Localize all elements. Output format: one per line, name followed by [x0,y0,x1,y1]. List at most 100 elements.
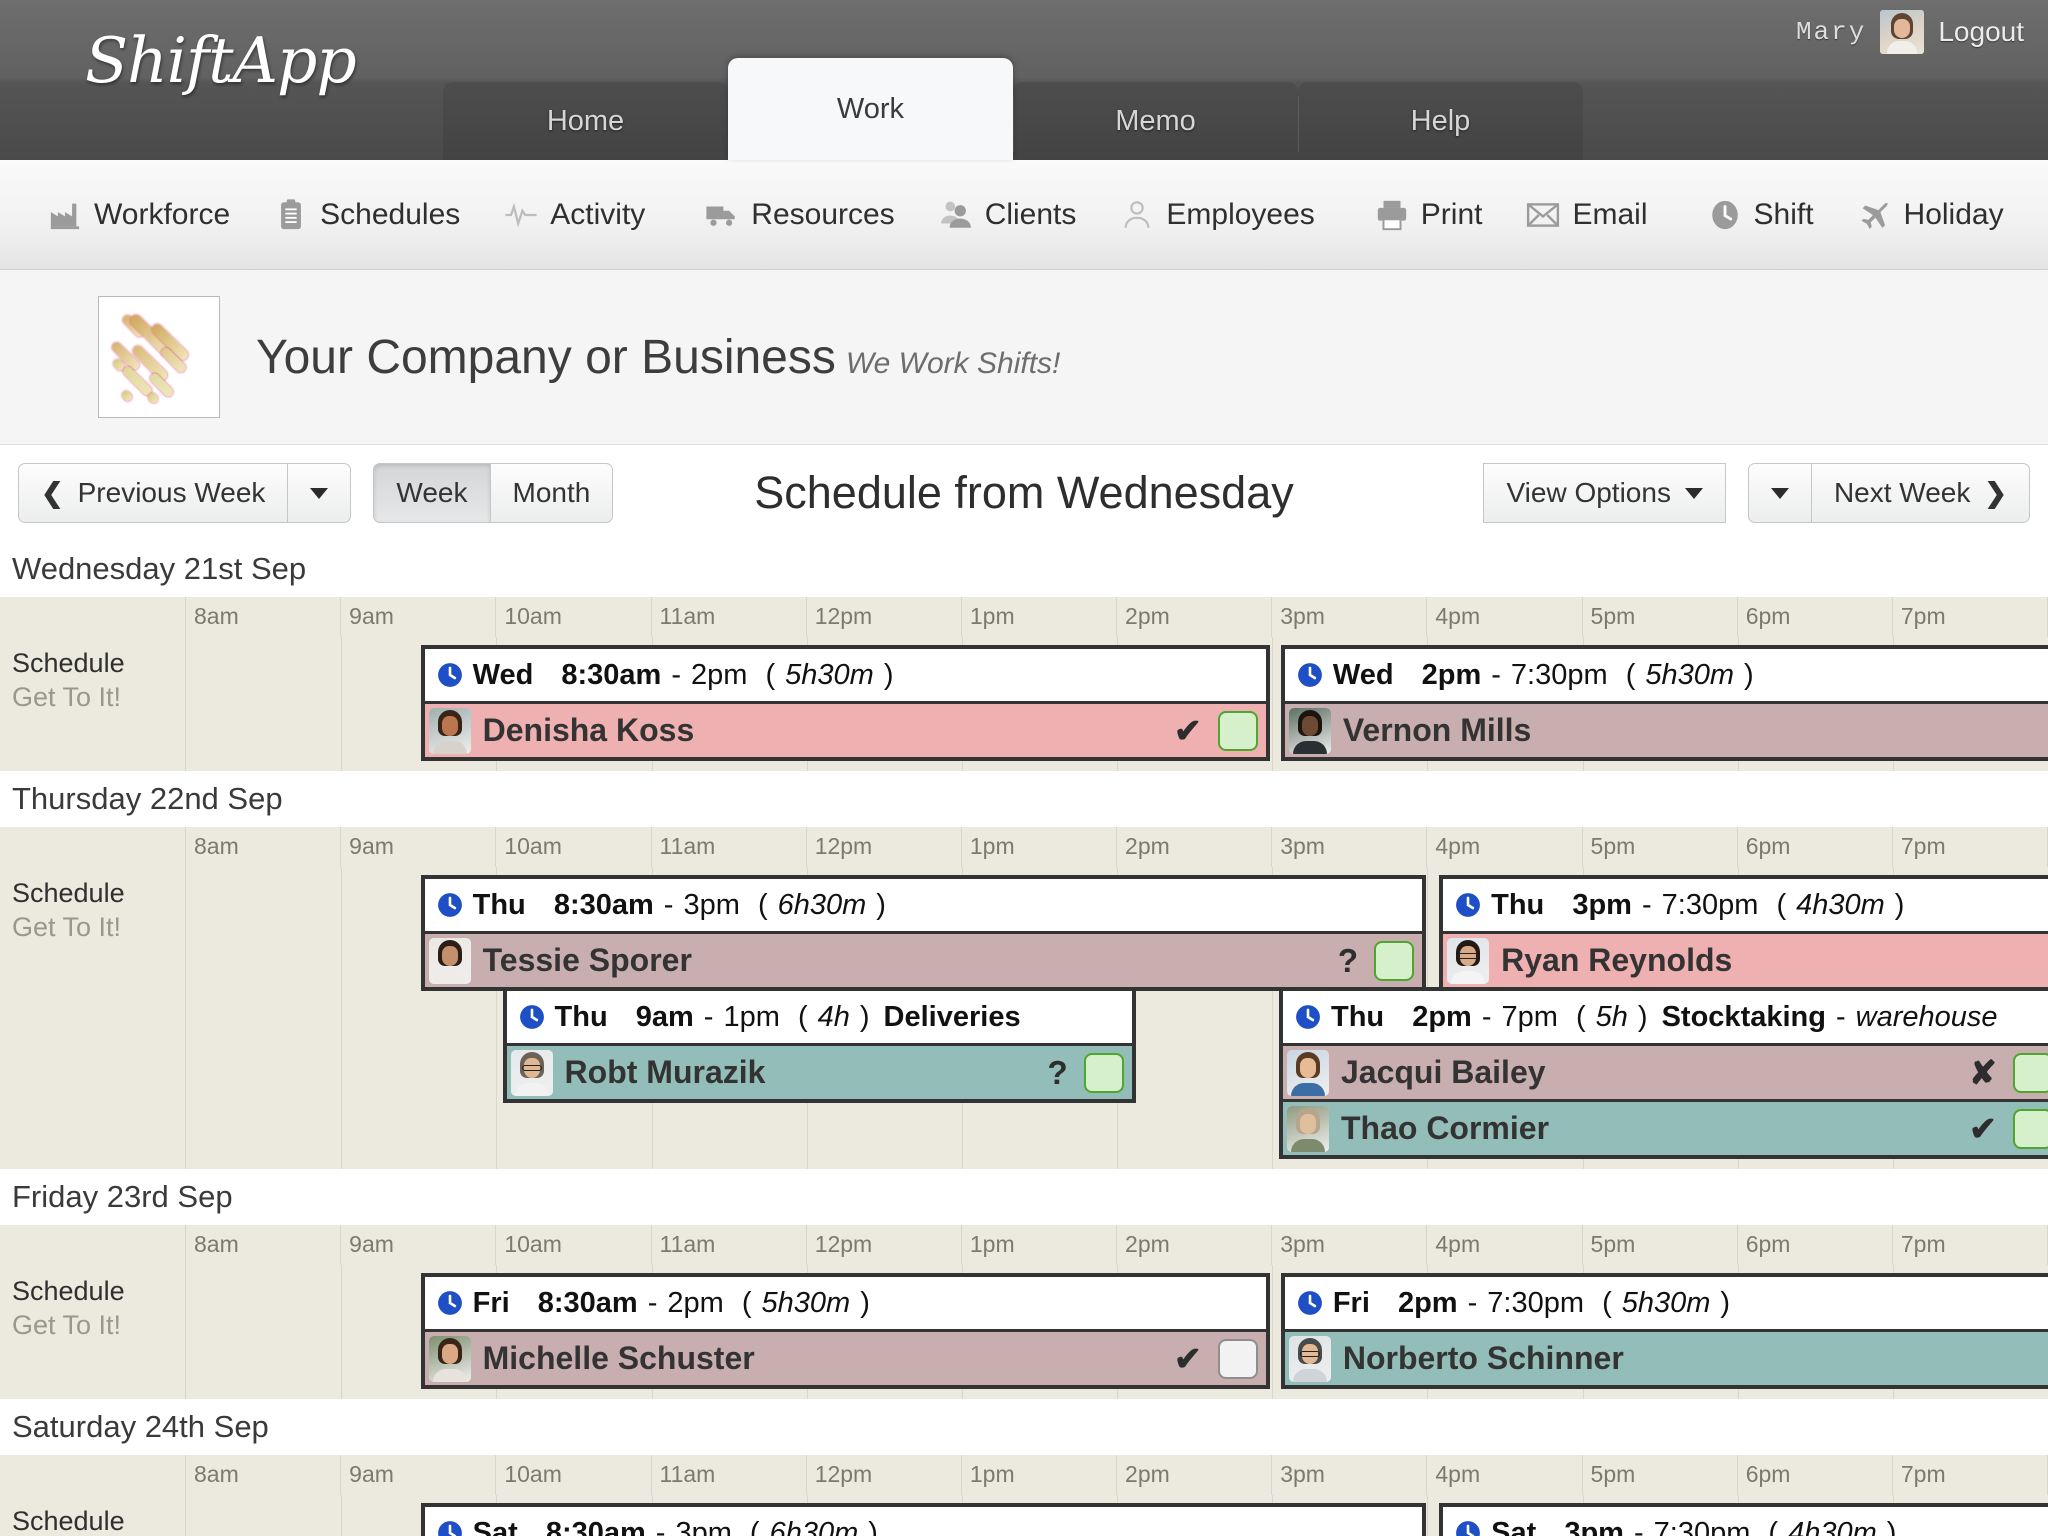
hour-label: 11am [652,1455,807,1495]
shift-block[interactable]: Thu 8:30am -3pm (6h30m) Tessie Sporer? [420,875,1427,991]
shift-assignment-row[interactable]: Robt Murazik? [506,1043,1132,1099]
toolbar-item-schedules[interactable]: Schedules [252,198,482,232]
chevron-left-icon: ❮ [41,477,64,508]
people-icon [939,198,973,232]
toolbar-item-label: Activity [550,197,646,231]
toolbar-item-sick[interactable]: Sick [2026,198,2048,232]
shift-time-header: Fri 8:30am -2pm (5h30m) [424,1277,1266,1329]
shift-duration: 5h30m [1645,658,1735,691]
tab-label: Home [546,104,625,137]
factory-icon [48,198,82,232]
hour-label: 1pm [962,1225,1118,1265]
shift-assignment-row[interactable]: Denisha Koss ✔ [424,701,1266,757]
toolbar-item-label: Print [1420,197,1483,231]
shift-assignment-row[interactable]: Jacqui Bailey ✘ [1282,1043,2048,1099]
shift-assignment-row[interactable]: Michelle Schuster ✔ [424,1329,1266,1385]
shift-assignment-row[interactable]: Vernon Mills✘ [1284,701,2048,757]
hour-header-spacer [0,1225,186,1265]
shift-day: Thu [472,888,526,921]
assignment-color-swatch[interactable] [1217,710,1258,751]
shift-block[interactable]: Sat 8:30am-3pm (6h30m)Argentine Schulist… [420,1503,1427,1536]
tab-help[interactable]: Help [1298,82,1583,160]
toolbar-item-label: Workforce [94,197,231,231]
shift-block[interactable]: Wed 2pm-7:30pm (5h30m)Vernon Mills✘ [1280,645,2048,761]
shift-block[interactable]: Sat 3pm-7:30pm (4h30m)Berry Henne✔ [1439,1503,2048,1536]
hour-label: 6pm [1738,597,1893,637]
tab-memo[interactable]: Memo [1013,82,1298,160]
previous-week-dropdown-button[interactable] [288,463,352,523]
previous-week-button[interactable]: ❮ Previous Week [18,463,289,523]
rail-subtitle: Get To It! [12,681,122,712]
schedule-rail: ScheduleGet To It! [0,1265,186,1399]
clock-icon [437,662,463,688]
shift-time-header: Thu 8:30am -3pm (6h30m) [424,879,1423,931]
shift-block[interactable]: Thu 2pm -7pm (5h) Stocktaking - warehouse J… [1278,987,2048,1159]
next-week-label: Next Week [1833,477,1971,508]
next-week-button[interactable]: Next Week ❯ [1811,463,2030,523]
shift-block[interactable]: Fri 8:30am -2pm (5h30m) Michelle Schuster ✔ [420,1273,1270,1389]
toolbar-item-holiday[interactable]: Holiday [1836,198,2026,232]
shift-day: Fri [472,1286,510,1319]
shift-duration: 4h30m [1796,888,1885,921]
hour-label: 4pm [1427,827,1583,867]
main-tabs: Home Work Memo Help [443,50,1583,160]
toolbar-item-resources[interactable]: Resources [683,198,916,232]
shift-duration: 5h [1595,1000,1628,1033]
hour-label: 11am [652,827,807,867]
range-week-button[interactable]: Week [373,463,491,523]
shift-assignment-row[interactable]: Thao Cormier ✔ [1282,1099,2048,1155]
tab-work[interactable]: Work [728,58,1013,160]
shift-end: 2pm [691,658,748,691]
shift-start: 8:30am [561,658,662,691]
shift-assignment-row[interactable]: Norberto Schinner✔ [1284,1329,2048,1385]
toolbar-item-label: Holiday [1903,197,2004,231]
shift-end: 7pm [1501,1000,1558,1033]
employee-name: Robt Murazik [564,1054,766,1090]
logout-link[interactable]: Logout [1938,16,2024,48]
next-week-dropdown-button[interactable] [1747,463,1812,523]
toolbar-item-employees[interactable]: Employees [1098,198,1336,232]
schedule-area: Wednesday 21st Sep 8am 9am 10am 11am 12pm 1pm 2… [0,541,2048,1536]
shift-time-header: Thu 9am -1pm (4h) Deliveries [506,991,1132,1043]
hour-label: 8am [186,1225,342,1265]
company-logo-icon [98,296,220,418]
shift-assignment-row[interactable]: Tessie Sporer? [424,931,1423,987]
denisha-koss-photo [428,707,471,754]
toolbar-item-clients[interactable]: Clients [917,198,1099,232]
tab-home[interactable]: Home [443,82,728,160]
shift-time-header: Fri 2pm -7:30pm (5h30m) [1284,1277,2048,1329]
shift-block[interactable]: Thu 9am -1pm (4h) Deliveries Robt Murazik? [502,987,1136,1103]
shift-block[interactable]: Thu 3pm-7:30pm (4h30m)Ryan Reynolds✔ [1439,875,2048,991]
hour-header-row: 8am 9am 10am 11am 12pm 1pm 2pm 3pm 4pm 5pm 6pm 7pm [0,1455,2048,1495]
shift-block[interactable]: Wed 8:30am -2pm (5h30m) Denisha Koss ✔ [420,645,1270,761]
shift-assignment-row[interactable]: Ryan Reynolds✔ [1443,931,2048,987]
hour-label: 9am [341,827,497,867]
shift-task: Deliveries [883,1000,1021,1033]
assignment-color-swatch[interactable] [1374,940,1415,981]
assignment-status-mark: ✘ [1969,1054,1997,1091]
assignment-color-swatch[interactable] [2012,1108,2048,1149]
assignment-color-swatch[interactable] [1083,1052,1124,1093]
shift-time-header: Wed 8:30am -2pm (5h30m) [424,649,1266,701]
day-heading: Friday 23rd Sep [12,1179,233,1214]
range-month-button[interactable]: Month [490,463,614,523]
assignment-color-swatch[interactable] [1217,1338,1258,1379]
view-options-button[interactable]: View Options [1483,463,1726,523]
assignment-color-swatch[interactable] [2012,1052,2048,1093]
toolbar-item-shift[interactable]: Shift [1686,198,1836,232]
toolbar-item-workforce[interactable]: Workforce [26,198,252,232]
toolbar-item-print[interactable]: Print [1353,198,1505,232]
toolbar-item-label: Resources [751,197,895,231]
hour-label: 11am [652,1225,807,1265]
clipboard-icon [274,198,308,232]
clock-icon [437,1290,463,1316]
day-heading: Wednesday 21st Sep [12,551,307,586]
chevron-right-icon: ❯ [1984,477,2007,508]
shift-block[interactable]: Fri 2pm-7:30pm (5h30m)Norberto Schinner✔ [1280,1273,2048,1389]
toolbar-item-email[interactable]: Email [1504,198,1669,232]
hour-gridline [1272,637,1274,771]
toolbar-item-activity[interactable]: Activity [482,198,667,232]
tessie-sporer-photo [428,937,471,984]
tab-label: Work [836,92,905,125]
day-grid: 8am 9am 10am 11am 12pm 1pm 2pm 3pm 4pm 5pm 6pm 7pm S… [0,597,2048,771]
